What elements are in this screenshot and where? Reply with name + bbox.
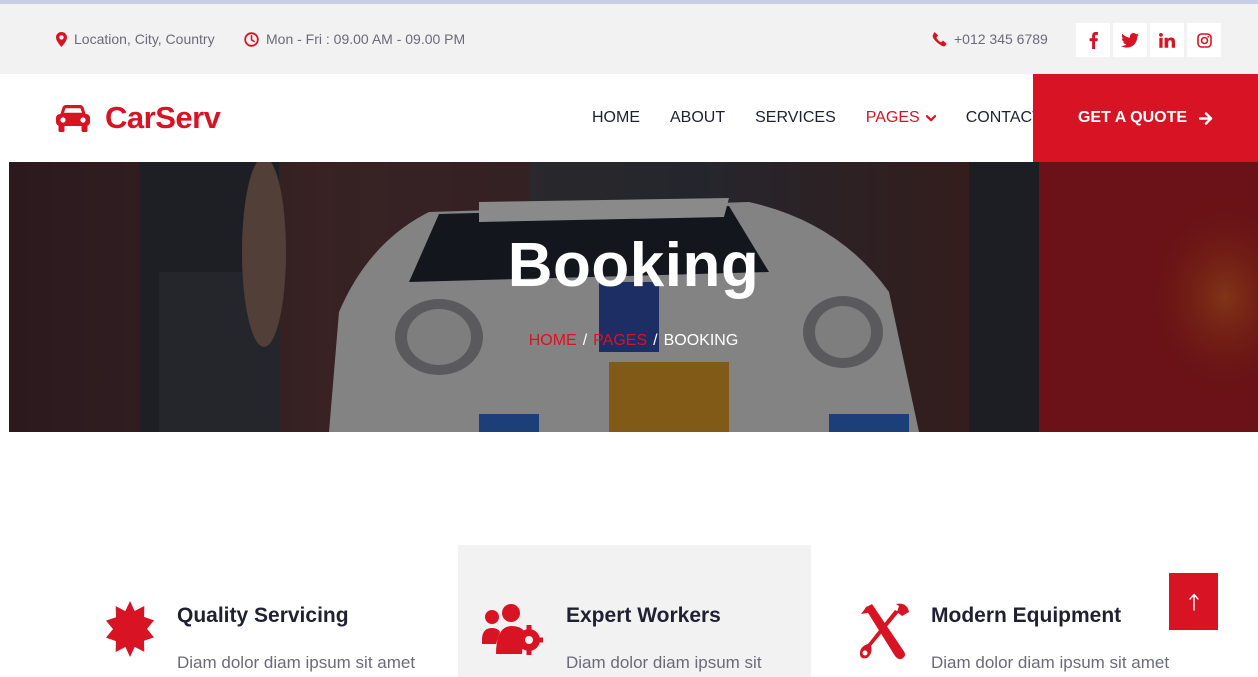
nav-services[interactable]: SERVICES [755,109,836,127]
breadcrumb-separator: / [582,332,588,349]
top-info-bar: Location, City, Country Mon - Fri : 09.0… [0,4,1258,74]
facebook-link[interactable] [1076,23,1110,57]
feature-description: Diam dolor diam ipsum sit amet [931,653,1170,672]
hours-text: Mon - Fri : 09.00 AM - 09.00 PM [266,31,466,47]
feature-quality-servicing: Quality Servicing Diam dolor diam ipsum … [84,545,458,677]
phone-info[interactable]: +012 345 6789 [932,4,1048,74]
certificate-icon [106,601,154,657]
tools-icon [859,603,909,660]
opening-hours-info: Mon - Fri : 09.00 AM - 09.00 PM [244,4,465,74]
location-info: Location, City, Country [56,4,215,74]
nav-menu: HOME ABOUT SERVICES PAGES CONTACT [592,74,1072,162]
location-text: Location, City, Country [74,31,215,47]
main-navbar: CarServ HOME ABOUT SERVICES PAGES CONTAC… [0,74,1258,162]
instagram-link[interactable] [1187,23,1221,57]
feature-title: Modern Equipment [931,604,1122,627]
brand-logo[interactable]: CarServ [56,74,221,162]
phone-text: +012 345 6789 [954,31,1048,47]
linkedin-link[interactable] [1150,23,1184,57]
nav-home[interactable]: HOME [592,109,640,127]
map-marker-icon [56,31,67,47]
nav-pages-dropdown[interactable]: PAGES [866,109,936,127]
linkedin-icon [1159,32,1175,48]
get-quote-button[interactable]: GET A QUOTE [1033,74,1258,162]
clock-icon [244,31,259,47]
feature-description: Diam dolor diam ipsum sit amet [177,653,416,672]
breadcrumb-separator: / [653,332,658,349]
arrow-up-icon [1188,593,1199,611]
social-links [1076,23,1221,57]
nav-pages-label: PAGES [865,109,920,126]
car-icon [56,104,90,132]
breadcrumb: HOME / PAGES / BOOKING [9,332,1258,350]
facebook-icon [1089,31,1098,49]
page-header-banner: Booking HOME / PAGES / BOOKING [9,162,1258,432]
brand-name: CarServ [105,100,221,135]
breadcrumb-home[interactable]: HOME [529,332,577,349]
page-title: Booking [507,231,760,300]
breadcrumb-pages[interactable]: PAGES [593,332,647,349]
nav-about[interactable]: ABOUT [670,109,725,127]
instagram-icon [1196,32,1212,48]
nav-contact[interactable]: CONTACT [966,109,1042,127]
back-to-top-button[interactable] [1169,573,1218,630]
feature-expert-workers: Expert Workers Diam dolor diam ipsum sit [458,545,811,677]
get-quote-label: GET A QUOTE [1077,109,1188,126]
users-cog-icon [482,604,543,655]
feature-description: Diam dolor diam ipsum sit [566,653,762,672]
arrow-right-icon [1199,111,1213,125]
twitter-icon [1121,32,1139,48]
chevron-down-icon [925,114,936,121]
phone-icon [932,31,947,46]
twitter-link[interactable] [1113,23,1147,57]
feature-title: Expert Workers [566,604,721,627]
feature-title: Quality Servicing [177,604,349,627]
feature-modern-equipment: Modern Equipment Diam dolor diam ipsum s… [811,545,1183,677]
breadcrumb-current: BOOKING [663,332,739,349]
